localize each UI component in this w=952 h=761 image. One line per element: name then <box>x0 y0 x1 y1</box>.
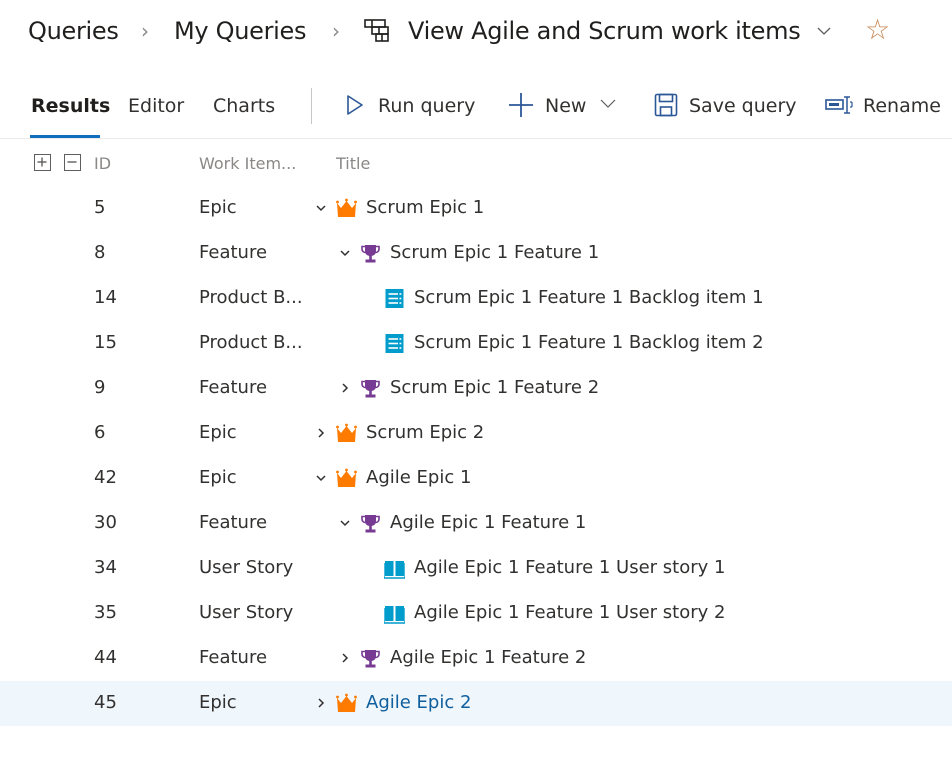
cell-title-link[interactable]: Scrum Epic 2 <box>366 420 484 446</box>
breadcrumb-header: Queries › My Queries › View Agile and Sc… <box>0 0 952 62</box>
cell-title-link[interactable]: Scrum Epic 1 Feature 1 Backlog item 2 <box>414 330 764 356</box>
rename-icon <box>825 96 853 114</box>
cell-id: 8 <box>94 242 106 263</box>
new-label: New <box>545 95 587 117</box>
breadcrumb-queries[interactable]: Queries <box>28 14 119 48</box>
trophy-icon <box>360 243 381 264</box>
chevron-down-icon <box>600 99 616 108</box>
cell-work-item-type: Feature <box>199 377 268 398</box>
crown-icon <box>336 693 357 714</box>
cell-work-item-type: Product B... <box>199 332 303 353</box>
query-title[interactable]: View Agile and Scrum work items <box>408 14 801 48</box>
column-header-id[interactable]: ID <box>94 152 111 176</box>
tab-charts[interactable]: Charts <box>213 92 275 120</box>
cell-id: 6 <box>94 422 106 443</box>
chevron-right-icon[interactable] <box>338 381 352 395</box>
cell-id: 9 <box>94 377 106 398</box>
cell-id: 5 <box>94 197 106 218</box>
table-row[interactable]: 34 User Story Agile Epic 1 Feature 1 User… <box>0 546 952 591</box>
cell-title-link[interactable]: Agile Epic 1 Feature 1 User story 2 <box>414 600 725 626</box>
cell-work-item-type: Epic <box>199 467 237 488</box>
table-row[interactable]: 45 Epic Agile Epic 2 <box>0 681 952 726</box>
chevron-right-icon[interactable] <box>338 651 352 665</box>
table-row[interactable]: 15 Product B... Scrum Epic 1 Feature 1 Ba… <box>0 321 952 366</box>
column-header-work-item-type[interactable]: Work Item... <box>199 152 296 176</box>
cell-work-item-type: Feature <box>199 647 268 668</box>
run-query-label: Run query <box>378 95 476 117</box>
toolbar-divider <box>311 88 312 124</box>
cell-id: 42 <box>94 467 117 488</box>
cell-work-item-type: Feature <box>199 512 268 533</box>
table-row[interactable]: 35 User Story Agile Epic 1 Feature 1 User… <box>0 591 952 636</box>
cell-work-item-type: Product B... <box>199 287 303 308</box>
favorite-star-icon[interactable]: ☆ <box>865 14 890 46</box>
backlog-item-icon <box>384 288 405 309</box>
table-row[interactable]: 30 Feature Agile Epic 1 Feature 1 <box>0 501 952 546</box>
cell-title-link[interactable]: Agile Epic 1 Feature 1 <box>390 510 586 536</box>
trophy-icon <box>360 648 381 669</box>
breadcrumb-separator-icon: › <box>332 19 340 43</box>
expand-all-icon[interactable] <box>34 154 51 171</box>
play-icon <box>347 95 363 115</box>
cell-work-item-type: Epic <box>199 692 237 713</box>
cell-work-item-type: Feature <box>199 242 268 263</box>
table-row[interactable]: 9 Feature Scrum Epic 1 Feature 2 <box>0 366 952 411</box>
column-header-title[interactable]: Title <box>336 152 370 176</box>
cell-work-item-type: Epic <box>199 422 237 443</box>
chevron-right-icon[interactable] <box>314 696 328 710</box>
backlog-item-icon <box>384 333 405 354</box>
tab-editor[interactable]: Editor <box>128 92 184 120</box>
cell-title-link[interactable]: Scrum Epic 1 Feature 1 Backlog item 1 <box>414 285 764 311</box>
table-row[interactable]: 5 Epic Scrum Epic 1 <box>0 186 952 231</box>
cell-title-link[interactable]: Agile Epic 1 Feature 2 <box>390 645 586 671</box>
crown-icon <box>336 423 357 444</box>
chevron-down-icon[interactable] <box>815 22 833 40</box>
collapse-all-icon[interactable] <box>64 154 81 171</box>
chevron-down-icon[interactable] <box>314 471 328 485</box>
cell-id: 14 <box>94 287 117 308</box>
grid-header: ID Work Item... Title <box>0 142 952 186</box>
crown-icon <box>336 468 357 489</box>
cell-title-link[interactable]: Agile Epic 2 <box>366 690 471 716</box>
breadcrumb-my-queries[interactable]: My Queries <box>174 14 307 48</box>
save-icon <box>654 93 678 117</box>
cell-id: 30 <box>94 512 117 533</box>
rename-label: Rename <box>863 95 941 117</box>
cell-work-item-type: Epic <box>199 197 237 218</box>
chevron-down-icon[interactable] <box>314 201 328 215</box>
trophy-icon <box>360 378 381 399</box>
tab-results[interactable]: Results <box>31 92 110 120</box>
trophy-icon <box>360 513 381 534</box>
breadcrumb-separator-icon: › <box>141 19 149 43</box>
table-row[interactable]: 44 Feature Agile Epic 1 Feature 2 <box>0 636 952 681</box>
cell-work-item-type: User Story <box>199 602 294 623</box>
cell-work-item-type: User Story <box>199 557 294 578</box>
cell-title-link[interactable]: Scrum Epic 1 Feature 2 <box>390 375 599 401</box>
table-row[interactable]: 8 Feature Scrum Epic 1 Feature 1 <box>0 231 952 276</box>
cell-id: 35 <box>94 602 117 623</box>
cell-id: 34 <box>94 557 117 578</box>
chevron-right-icon[interactable] <box>314 426 328 440</box>
cell-title-link[interactable]: Agile Epic 1 <box>366 465 471 491</box>
tree-query-icon <box>364 19 389 42</box>
chevron-down-icon[interactable] <box>338 516 352 530</box>
table-row[interactable]: 6 Epic Scrum Epic 2 <box>0 411 952 456</box>
book-icon <box>383 558 406 579</box>
cell-id: 15 <box>94 332 117 353</box>
cell-id: 45 <box>94 692 117 713</box>
table-row[interactable]: 42 Epic Agile Epic 1 <box>0 456 952 501</box>
cell-title-link[interactable]: Scrum Epic 1 Feature 1 <box>390 240 599 266</box>
table-row[interactable]: 14 Product B... Scrum Epic 1 Feature 1 Ba… <box>0 276 952 321</box>
query-toolbar: Results Editor Charts Run query New Save… <box>0 76 952 139</box>
cell-title-link[interactable]: Scrum Epic 1 <box>366 195 484 221</box>
book-icon <box>383 603 406 624</box>
cell-title-link[interactable]: Agile Epic 1 Feature 1 User story 1 <box>414 555 725 581</box>
active-tab-indicator <box>30 135 100 138</box>
cell-id: 44 <box>94 647 117 668</box>
crown-icon <box>336 198 357 219</box>
chevron-down-icon[interactable] <box>338 246 352 260</box>
save-query-label: Save query <box>689 95 797 117</box>
plus-icon <box>509 93 533 117</box>
